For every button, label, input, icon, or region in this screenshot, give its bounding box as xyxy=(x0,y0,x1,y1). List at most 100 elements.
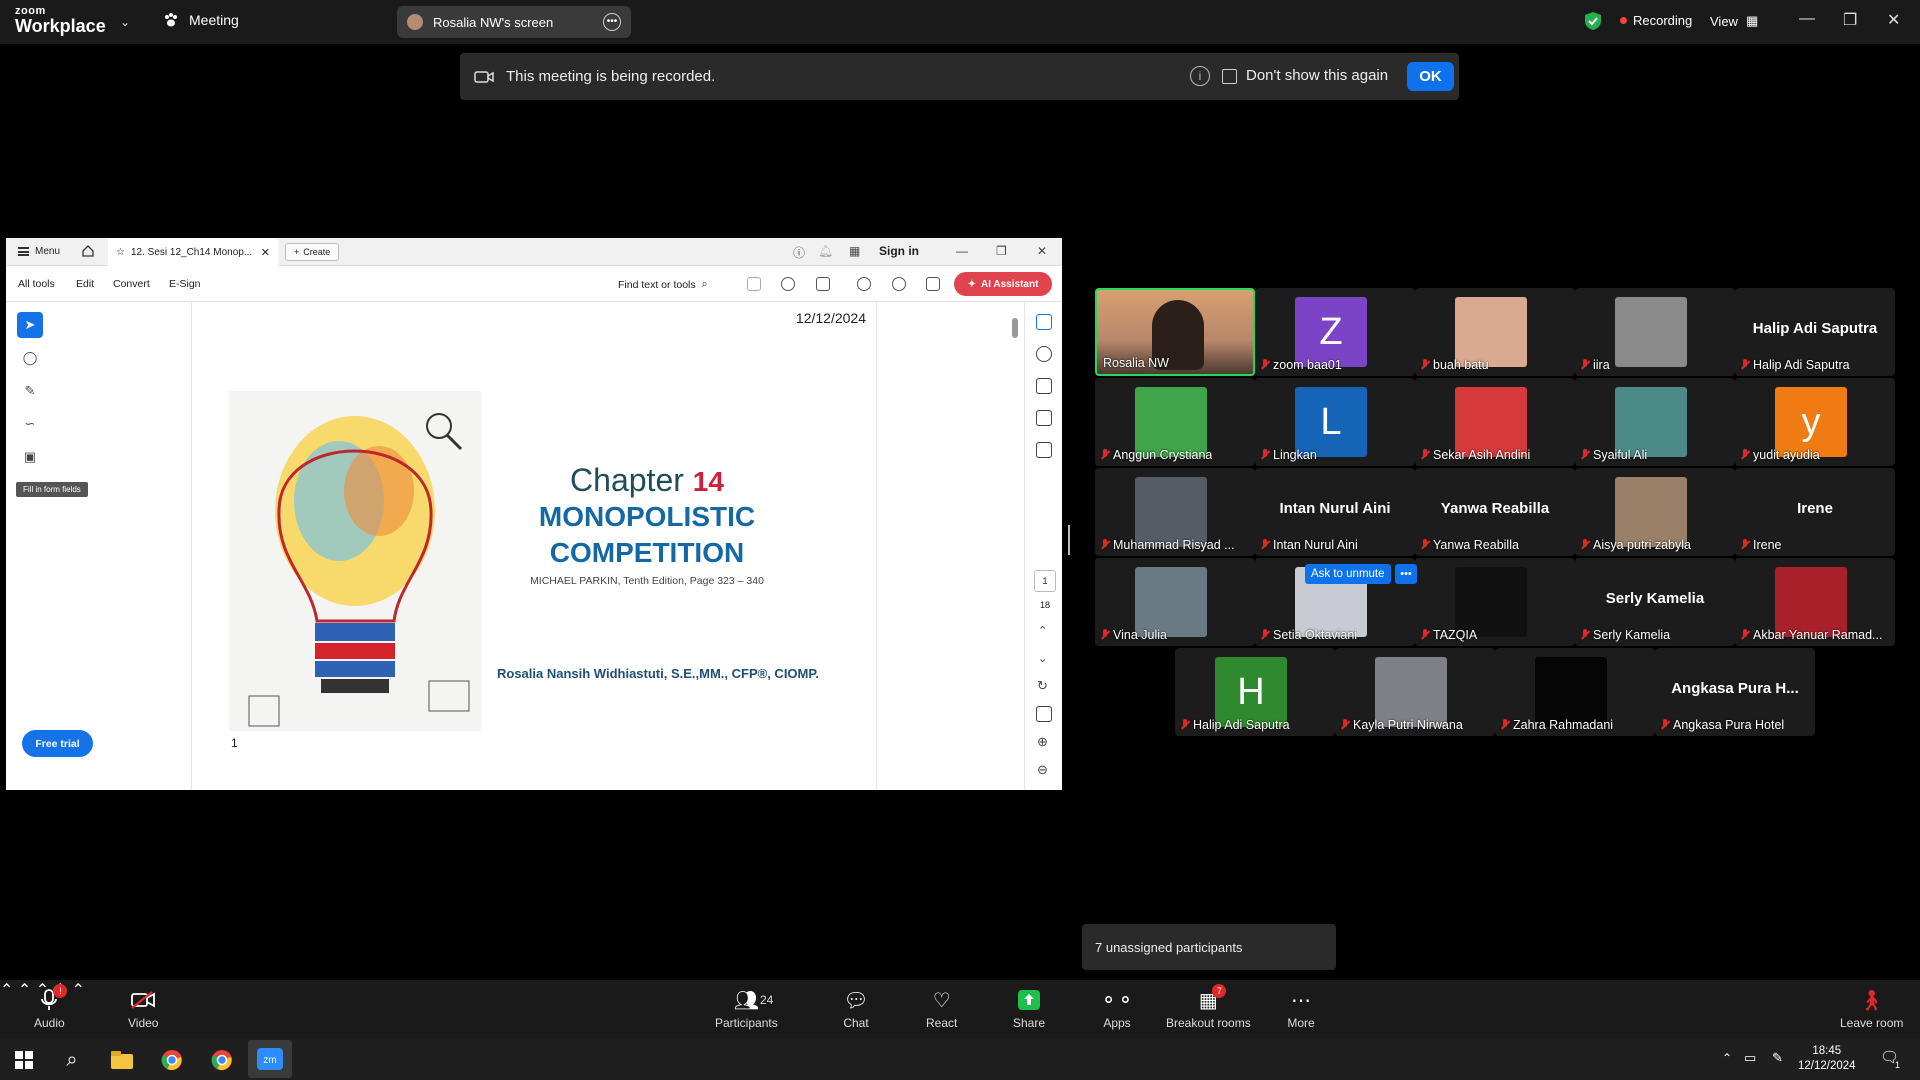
participant-tile[interactable]: L Lingkan xyxy=(1255,378,1415,466)
chrome-icon[interactable] xyxy=(158,1046,186,1074)
fill-form-icon[interactable]: ▣ xyxy=(17,444,43,470)
participant-tile[interactable]: Halip Adi Saputra Halip Adi Saputra xyxy=(1735,288,1895,376)
chevron-up-icon[interactable]: ⌃ xyxy=(1722,1051,1732,1065)
pen-icon[interactable]: ✎ xyxy=(1772,1050,1783,1066)
windows-start-icon[interactable] xyxy=(10,1046,38,1074)
edit-menu[interactable]: Edit xyxy=(76,278,94,290)
participant-tile[interactable]: Kayla Putri Nirwana xyxy=(1335,648,1495,736)
chevron-down-icon[interactable]: ⌄ xyxy=(1038,652,1047,665)
participant-tile[interactable]: Sekar Asih Andini xyxy=(1415,378,1575,466)
chat-button[interactable]: 💬︎ Chat xyxy=(842,988,870,1031)
shield-icon[interactable] xyxy=(1584,11,1602,31)
more-button[interactable]: ⋯ More xyxy=(1287,988,1315,1031)
participant-tile[interactable]: y yudit ayudia xyxy=(1735,378,1895,466)
upload-icon[interactable] xyxy=(781,277,795,291)
find-tools-search[interactable]: Find text or tools ⌕ xyxy=(618,278,708,291)
esign-menu[interactable]: E-Sign xyxy=(169,278,201,290)
leave-room-button[interactable]: 🚶︎ Leave room xyxy=(1840,988,1903,1031)
close-icon[interactable]: ✕ xyxy=(1887,10,1900,30)
restore-icon[interactable]: ❐ xyxy=(1843,10,1857,30)
bookmark-icon[interactable] xyxy=(1036,378,1052,394)
minimize-icon[interactable]: — xyxy=(956,244,968,258)
free-trial-button[interactable]: Free trial xyxy=(22,730,93,757)
chrome-profile-icon[interactable] xyxy=(208,1046,236,1074)
participant-tile[interactable]: Muhammad Risyad ... xyxy=(1095,468,1255,556)
bell-icon[interactable]: 🔔︎ xyxy=(818,244,833,258)
page-fit-icon[interactable] xyxy=(1036,706,1052,722)
close-icon[interactable]: ✕ xyxy=(1037,244,1047,258)
lasso-icon[interactable]: ∽ xyxy=(17,411,43,437)
participant-tile[interactable]: Irene Irene xyxy=(1735,468,1895,556)
participant-tile[interactable]: Yanwa Reabilla Yanwa Reabilla xyxy=(1415,468,1575,556)
participant-tile[interactable]: Intan Nurul Aini Intan Nurul Aini xyxy=(1255,468,1415,556)
help-icon[interactable]: ⓘ xyxy=(793,244,805,261)
search-icon[interactable]: ⌕ xyxy=(58,1046,86,1074)
participant-tile[interactable]: Rosalia NW xyxy=(1095,288,1255,376)
info-icon[interactable]: i xyxy=(1190,66,1210,86)
breakout-rooms-button[interactable]: ▦ 7 Breakout rooms xyxy=(1166,984,1251,1030)
participant-tile[interactable]: Zzoom baa01 xyxy=(1255,288,1415,376)
participant-tile[interactable]: Syaiful Ali xyxy=(1575,378,1735,466)
react-button[interactable]: ♡ React xyxy=(926,988,957,1031)
rotate-icon[interactable]: ↻ xyxy=(1037,678,1048,694)
caret-up-icon[interactable]: ⌃ xyxy=(18,982,31,999)
file-explorer-icon[interactable] xyxy=(108,1046,136,1074)
edit-page-icon[interactable] xyxy=(1036,314,1052,330)
restore-icon[interactable]: ❐ xyxy=(996,244,1007,258)
participant-tile[interactable]: Aisya putri zabyla xyxy=(1575,468,1735,556)
comment-icon[interactable]: ◯ xyxy=(17,345,43,371)
screen-share-pill[interactable]: Rosalia NW's screen ••• xyxy=(397,6,631,38)
share-button[interactable]: Share xyxy=(1013,988,1045,1030)
caret-up-icon[interactable]: ⌃ xyxy=(0,982,13,999)
link-icon[interactable] xyxy=(892,277,906,291)
sign-in-button[interactable]: Sign in xyxy=(879,244,919,258)
close-tab-icon[interactable]: ✕ xyxy=(261,246,270,259)
current-page-input[interactable]: 1 xyxy=(1034,570,1056,592)
layers-icon[interactable] xyxy=(1036,442,1052,458)
chevron-down-icon[interactable]: ⌄ xyxy=(120,15,130,29)
save-icon[interactable] xyxy=(747,277,761,291)
meeting-menu[interactable]: Meeting xyxy=(163,12,239,28)
audio-button[interactable]: ! Audio xyxy=(34,984,68,1030)
home-icon[interactable] xyxy=(81,244,95,258)
ok-button[interactable]: OK xyxy=(1407,62,1454,91)
participant-tile[interactable]: Vina Julia xyxy=(1095,558,1255,646)
apps-grid-icon[interactable]: ▦ xyxy=(849,244,860,258)
participant-tile[interactable]: H Halip Adi Saputra xyxy=(1175,648,1335,736)
document-tab[interactable]: ☆ 12. Sesi 12_Ch14 Monop... ✕ xyxy=(108,238,278,266)
view-button[interactable]: View ▦ xyxy=(1710,13,1758,29)
email-icon[interactable] xyxy=(926,277,940,291)
participant-tile[interactable]: Akbar Yanuar Ramad... xyxy=(1735,558,1895,646)
more-icon[interactable]: ••• xyxy=(1395,564,1417,584)
all-tools-menu[interactable]: All tools xyxy=(18,278,55,290)
ask-to-unmute-button[interactable]: Ask to unmute xyxy=(1305,564,1391,584)
convert-menu[interactable]: Convert xyxy=(113,278,150,290)
participant-tile[interactable]: iira xyxy=(1575,288,1735,376)
caret-up-icon[interactable]: ⌃ xyxy=(71,982,84,999)
select-cursor-icon[interactable]: ➤ xyxy=(17,312,43,338)
video-button[interactable]: Video xyxy=(128,988,158,1030)
participant-tile[interactable]: Anggun Crystiana xyxy=(1095,378,1255,466)
share-link-icon[interactable] xyxy=(857,277,871,291)
scrollbar[interactable] xyxy=(1012,318,1018,338)
network-icon[interactable]: ▭ xyxy=(1744,1050,1756,1066)
chevron-up-icon[interactable]: ⌃ xyxy=(1038,624,1047,637)
comment-icon[interactable] xyxy=(1036,346,1052,362)
zoom-out-icon[interactable]: ⊖ xyxy=(1037,762,1048,778)
highlight-pen-icon[interactable]: ✎ xyxy=(17,378,43,404)
participant-tile[interactable]: Serly Kamelia Serly Kamelia xyxy=(1575,558,1735,646)
participant-tile[interactable]: TAZQIA xyxy=(1415,558,1575,646)
dont-show-checkbox[interactable] xyxy=(1222,69,1237,84)
star-icon[interactable]: ☆ xyxy=(116,247,125,258)
system-clock[interactable]: 18:45 12/12/2024 xyxy=(1798,1044,1856,1074)
participant-tile[interactable]: Zahra Rahmadani xyxy=(1495,648,1655,736)
zoom-in-icon[interactable]: ⊕ xyxy=(1037,734,1048,750)
ai-assistant-button[interactable]: ✦ AI Assistant xyxy=(954,272,1052,296)
apps-button[interactable]: ⚬⚬ Apps xyxy=(1100,988,1134,1031)
menu-button[interactable]: Menu xyxy=(18,246,60,257)
participant-tile[interactable]: Angkasa Pura H... Angkasa Pura Hotel xyxy=(1655,648,1815,736)
participant-tile[interactable]: buah batu xyxy=(1415,288,1575,376)
minimize-icon[interactable]: — xyxy=(1799,10,1815,28)
more-icon[interactable]: ••• xyxy=(603,13,621,31)
pages-icon[interactable] xyxy=(1036,410,1052,426)
